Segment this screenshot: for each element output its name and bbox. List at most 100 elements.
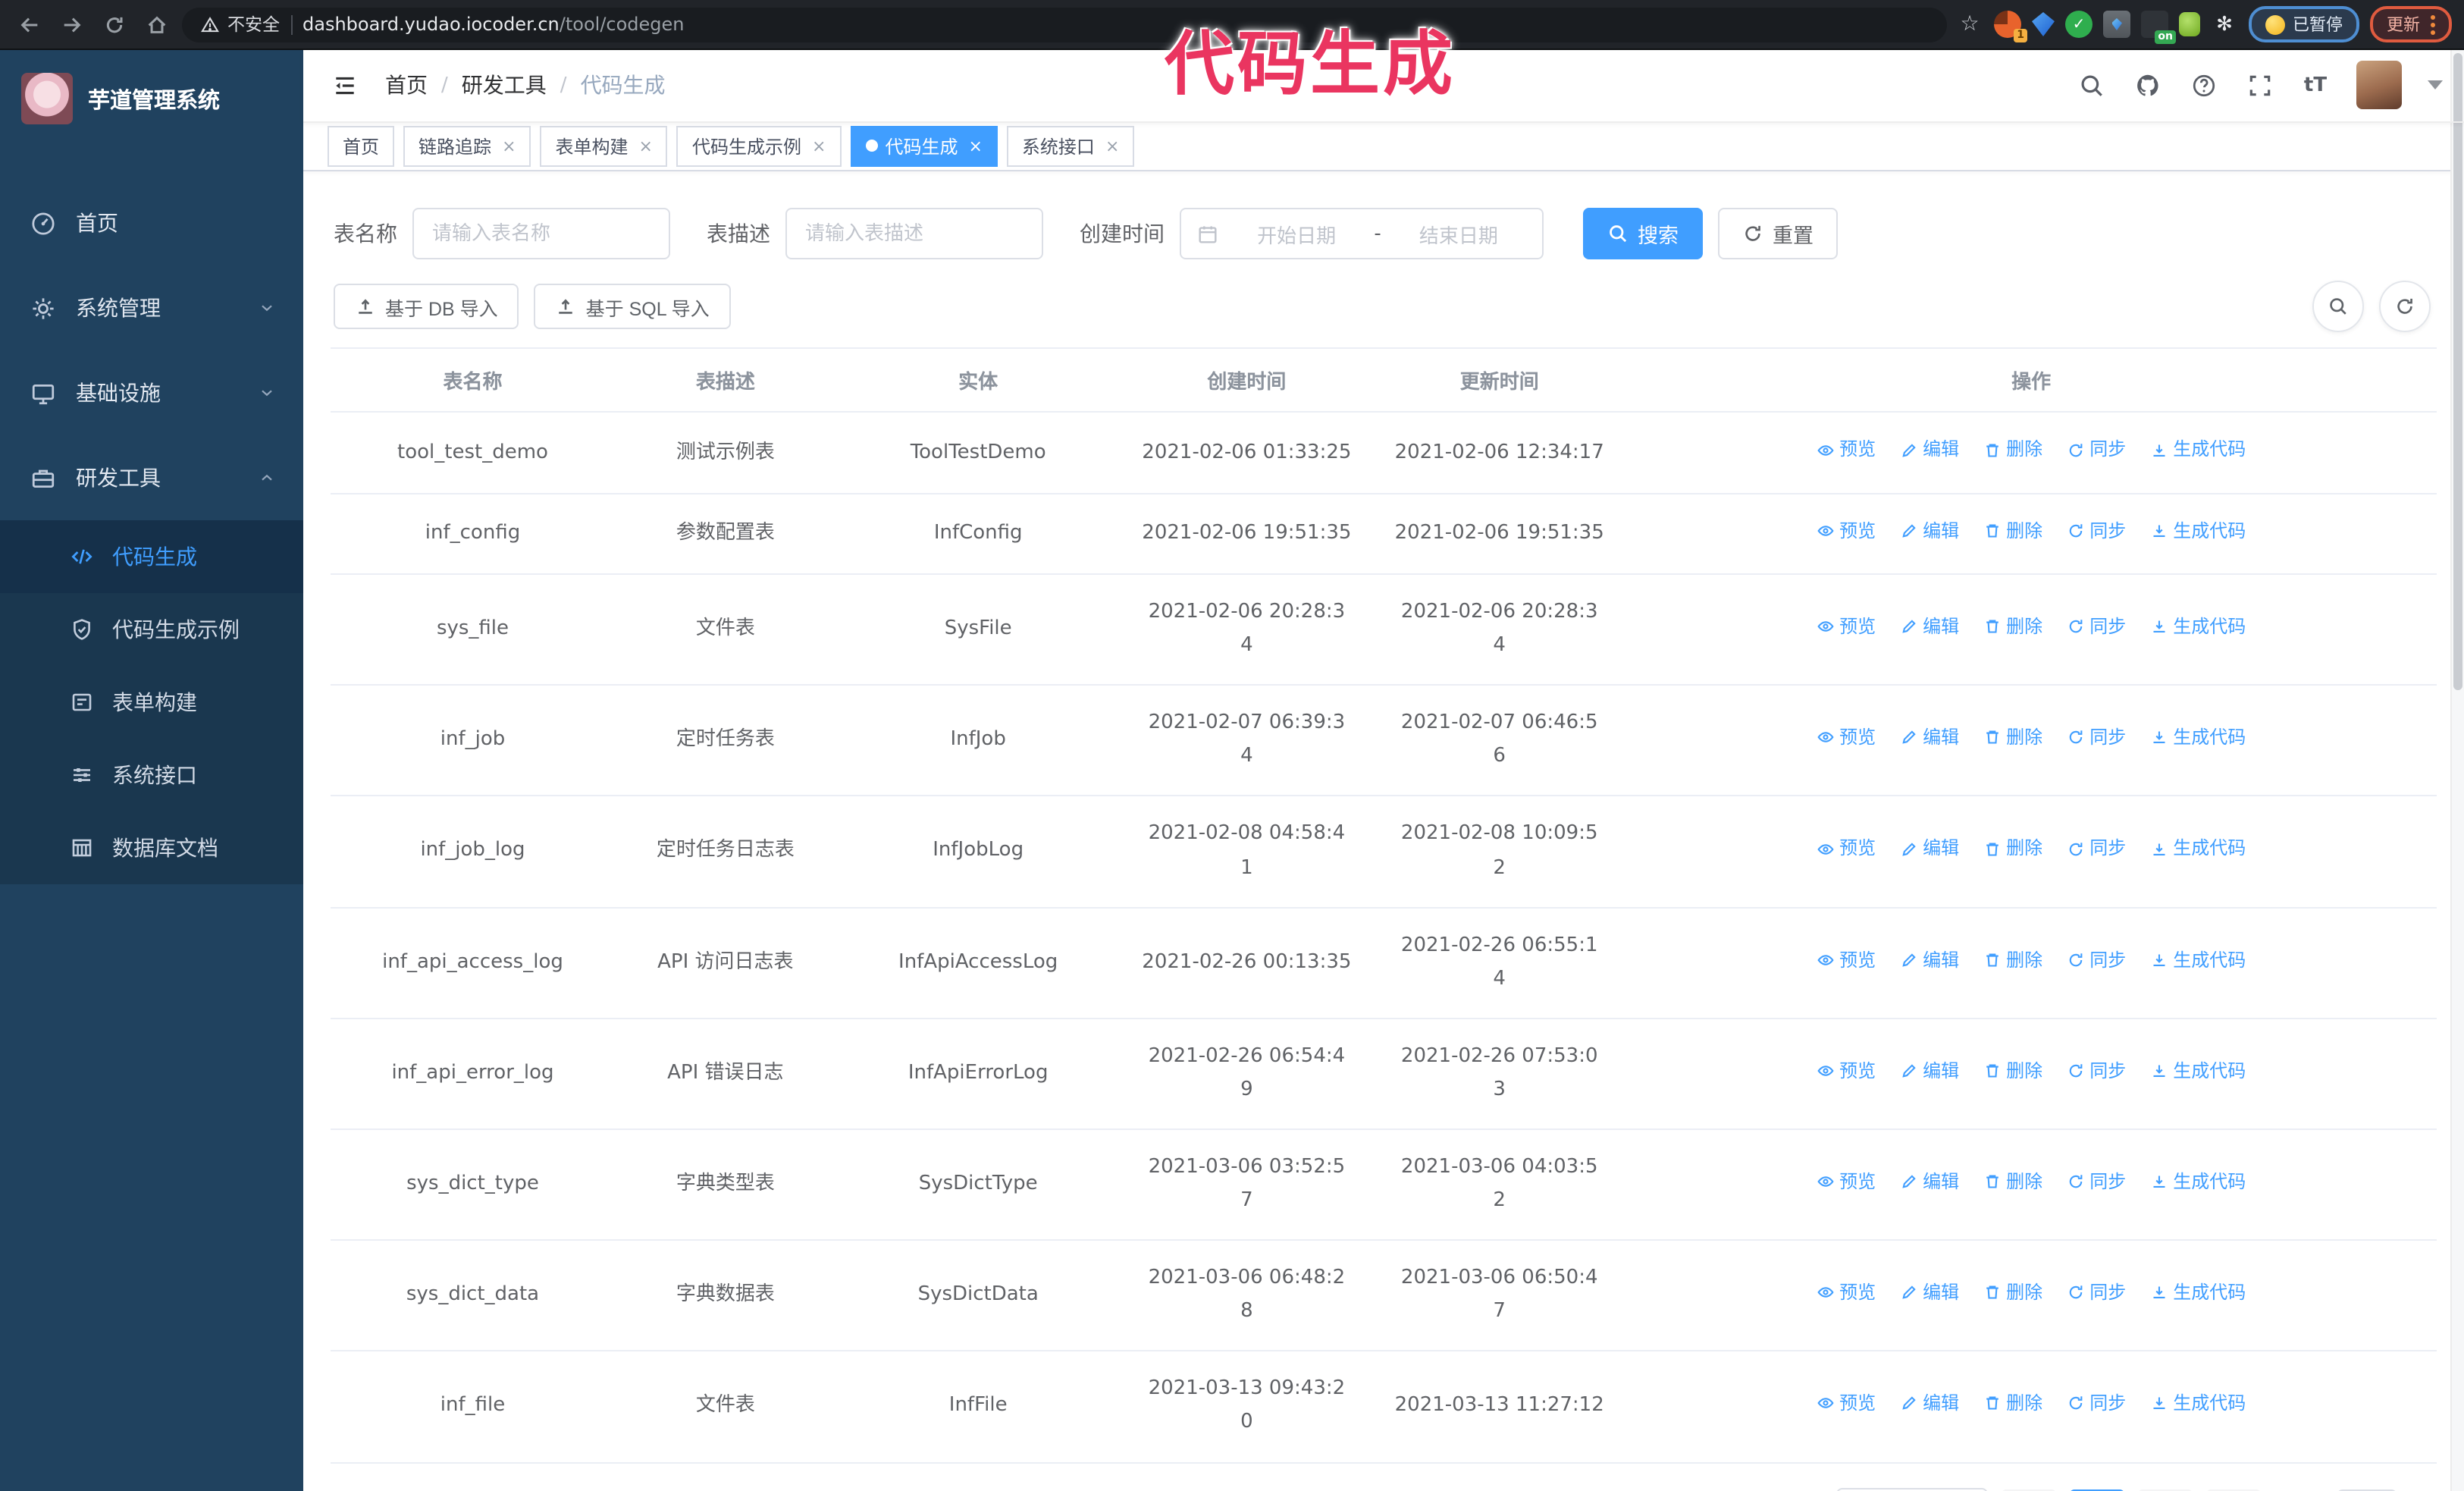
action-sync-link[interactable]: 同步 [2067, 1277, 2126, 1308]
action-download-link[interactable]: 生成代码 [2150, 1055, 2246, 1086]
action-sync-link[interactable]: 同步 [2067, 516, 2126, 547]
action-sync-link[interactable]: 同步 [2067, 435, 2126, 466]
sidebar-item-1[interactable]: 系统管理 [0, 265, 303, 350]
close-tab-icon[interactable]: × [639, 137, 653, 156]
date-start-placeholder[interactable]: 开始日期 [1228, 220, 1365, 249]
reset-button[interactable]: 重置 [1718, 208, 1838, 260]
action-sync-link[interactable]: 同步 [2067, 944, 2126, 975]
font-size-icon[interactable]: tT [2300, 71, 2331, 101]
fullscreen-icon[interactable] [2244, 71, 2274, 101]
extension-check-icon[interactable]: ✓ [2065, 11, 2093, 38]
action-edit-link[interactable]: 编辑 [1900, 1055, 1959, 1086]
browser-forward-button[interactable] [55, 8, 88, 41]
action-download-link[interactable]: 生成代码 [2150, 435, 2246, 466]
extension-onenote-icon[interactable]: on [2141, 11, 2176, 44]
table-desc-input[interactable] [785, 208, 1043, 260]
action-edit-link[interactable]: 编辑 [1900, 1389, 1959, 1420]
sidebar-fold-icon[interactable] [324, 66, 364, 105]
site-security-warning[interactable]: 不安全 [200, 12, 280, 36]
action-download-link[interactable]: 生成代码 [2150, 611, 2246, 642]
date-end-placeholder[interactable]: 结束日期 [1390, 220, 1527, 249]
extension-orange-icon[interactable]: 1 [1994, 11, 2027, 42]
action-download-link[interactable]: 生成代码 [2150, 833, 2246, 865]
page-scrollbar[interactable] [2450, 50, 2464, 1491]
action-delete-link[interactable]: 删除 [1983, 833, 2042, 865]
action-delete-link[interactable]: 删除 [1983, 516, 2042, 547]
action-eye-link[interactable]: 预览 [1817, 944, 1876, 975]
action-eye-link[interactable]: 预览 [1817, 1166, 1876, 1198]
help-icon[interactable] [2188, 71, 2218, 101]
action-eye-link[interactable]: 预览 [1817, 1277, 1876, 1308]
close-tab-icon[interactable]: × [812, 137, 826, 156]
action-delete-link[interactable]: 删除 [1983, 611, 2042, 642]
action-delete-link[interactable]: 删除 [1983, 1166, 2042, 1198]
action-eye-link[interactable]: 预览 [1817, 722, 1876, 753]
user-menu-caret-icon[interactable] [2428, 80, 2443, 90]
tag-tab-0[interactable]: 首页 [328, 125, 395, 167]
action-delete-link[interactable]: 删除 [1983, 435, 2042, 466]
action-download-link[interactable]: 生成代码 [2150, 1277, 2246, 1308]
table-name-input[interactable] [412, 208, 670, 260]
tag-tab-4[interactable]: 代码生成 × [850, 125, 998, 167]
action-delete-link[interactable]: 删除 [1983, 722, 2042, 753]
action-delete-link[interactable]: 删除 [1983, 1055, 2042, 1086]
action-eye-link[interactable]: 预览 [1817, 435, 1876, 466]
date-range-picker[interactable]: 开始日期 - 结束日期 [1180, 208, 1544, 260]
sidebar-item-3[interactable]: 研发工具 [0, 435, 303, 520]
action-delete-link[interactable]: 删除 [1983, 944, 2042, 975]
action-edit-link[interactable]: 编辑 [1900, 833, 1959, 865]
sidebar-item-0[interactable]: 首页 [0, 180, 303, 265]
action-edit-link[interactable]: 编辑 [1900, 516, 1959, 547]
action-eye-link[interactable]: 预览 [1817, 1055, 1876, 1086]
tag-tab-1[interactable]: 链路追踪 × [403, 125, 531, 167]
action-sync-link[interactable]: 同步 [2067, 833, 2126, 865]
sidebar-subitem-4[interactable]: 数据库文档 [0, 811, 303, 884]
sidebar-subitem-3[interactable]: 系统接口 [0, 739, 303, 811]
close-tab-icon[interactable]: × [502, 137, 516, 156]
refresh-table-button[interactable] [2379, 281, 2431, 333]
action-delete-link[interactable]: 删除 [1983, 1389, 2042, 1420]
browser-home-button[interactable] [140, 8, 173, 41]
browser-reload-button[interactable] [97, 8, 130, 41]
sidebar-item-2[interactable]: 基础设施 [0, 350, 303, 435]
action-sync-link[interactable]: 同步 [2067, 611, 2126, 642]
close-tab-icon[interactable]: × [968, 137, 982, 156]
action-edit-link[interactable]: 编辑 [1900, 611, 1959, 642]
browser-update-button[interactable]: 更新 [2370, 6, 2452, 42]
action-download-link[interactable]: 生成代码 [2150, 722, 2246, 753]
extension-gem-icon[interactable] [2032, 12, 2055, 36]
search-icon[interactable] [2076, 71, 2106, 101]
browser-menu-icon[interactable] [2431, 14, 2435, 34]
import-db-button[interactable]: 基于 DB 导入 [334, 284, 519, 330]
search-button[interactable]: 搜索 [1583, 208, 1703, 260]
action-download-link[interactable]: 生成代码 [2150, 516, 2246, 547]
github-icon[interactable] [2132, 71, 2162, 101]
action-download-link[interactable]: 生成代码 [2150, 944, 2246, 975]
action-eye-link[interactable]: 预览 [1817, 516, 1876, 547]
sidebar-subitem-0[interactable]: 代码生成 [0, 520, 303, 593]
page-size-select[interactable]: 10条/页 [1835, 1487, 1988, 1491]
action-edit-link[interactable]: 编辑 [1900, 944, 1959, 975]
tag-tab-2[interactable]: 表单构建 × [540, 125, 668, 167]
sidebar-subitem-1[interactable]: 代码生成示例 [0, 593, 303, 666]
action-delete-link[interactable]: 删除 [1983, 1277, 2042, 1308]
action-download-link[interactable]: 生成代码 [2150, 1389, 2246, 1420]
action-eye-link[interactable]: 预览 [1817, 611, 1876, 642]
scrollbar-thumb[interactable] [2453, 53, 2462, 690]
import-sql-button[interactable]: 基于 SQL 导入 [534, 284, 731, 330]
bookmark-star-icon[interactable]: ☆ [1956, 11, 1983, 38]
sidebar-subitem-2[interactable]: 表单构建 [0, 666, 303, 739]
action-edit-link[interactable]: 编辑 [1900, 722, 1959, 753]
action-edit-link[interactable]: 编辑 [1900, 1166, 1959, 1198]
action-eye-link[interactable]: 预览 [1817, 833, 1876, 865]
action-sync-link[interactable]: 同步 [2067, 1166, 2126, 1198]
extension-grid-icon[interactable] [2103, 11, 2130, 38]
browser-back-button[interactable] [12, 8, 45, 41]
action-sync-link[interactable]: 同步 [2067, 722, 2126, 753]
browser-address-bar[interactable]: 不安全 dashboard.yudao.iocoder.cn/tool/code… [182, 7, 1947, 42]
extensions-puzzle-icon[interactable]: ✻ [2211, 11, 2238, 38]
breadcrumb-item-1[interactable]: 研发工具 [462, 71, 547, 101]
paused-status-badge[interactable]: 已暂停 [2249, 6, 2359, 42]
user-avatar[interactable] [2356, 61, 2402, 110]
action-edit-link[interactable]: 编辑 [1900, 1277, 1959, 1308]
